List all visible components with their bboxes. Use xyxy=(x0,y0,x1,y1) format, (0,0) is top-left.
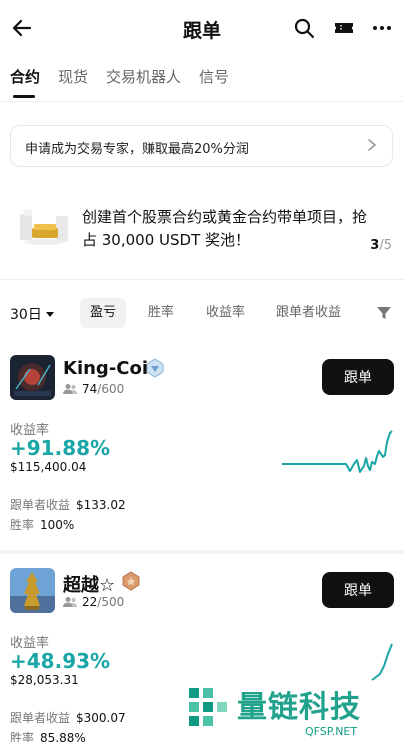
promo-text: 创建首个股票合约或黄金合约带单项目，抢占 30,000 USDT 奖池！ xyxy=(82,208,368,249)
chevron-right-icon xyxy=(368,139,377,151)
tab-trading-bots[interactable]: 交易机器人 xyxy=(106,66,181,96)
avatar xyxy=(10,568,55,613)
gold-bars-image-icon xyxy=(20,210,68,245)
roi-value: +91.88% xyxy=(10,436,111,460)
follower-profit-value: $300.07 xyxy=(76,711,126,725)
sort-follower-profit-chip[interactable]: 跟单者收益 xyxy=(276,298,341,328)
caret-down-icon xyxy=(45,312,54,317)
win-rate-row: 胜率 100% xyxy=(10,516,74,533)
win-rate-value: 100% xyxy=(40,518,75,532)
top-bar: 跟单 xyxy=(0,0,404,58)
diamond-badge-icon xyxy=(146,358,164,378)
followers-capacity: /600 xyxy=(97,382,125,396)
tabs-divider xyxy=(0,101,404,102)
follower-profit-row: 跟单者收益 $133.02 xyxy=(10,496,126,513)
sort-roi-chip[interactable]: 收益率 xyxy=(206,298,245,328)
follow-button[interactable]: 跟单 xyxy=(322,359,394,395)
sort-filter-bar: 30日 盈亏 胜率 收益率 跟单者收益 xyxy=(10,298,394,328)
performance-sparkline xyxy=(282,430,393,473)
follower-count: 74/600 xyxy=(63,382,124,396)
become-expert-banner[interactable]: 申请成为交易专家，赚取最高20%分润 xyxy=(10,125,393,167)
watermark-logo-icon xyxy=(189,688,227,726)
card-divider xyxy=(0,550,404,554)
follow-button[interactable]: 跟单 xyxy=(322,572,394,608)
banner-text: 申请成为交易专家，赚取最高20%分润 xyxy=(25,142,249,157)
followers-capacity: /500 xyxy=(97,595,125,609)
tab-futures[interactable]: 合约 xyxy=(10,66,40,98)
period-dropdown[interactable]: 30日 xyxy=(10,304,54,324)
page-total: /5 xyxy=(379,238,392,253)
win-rate-label: 胜率 xyxy=(10,518,35,532)
pnl-value: $28,053.31 xyxy=(10,673,79,687)
promo-divider xyxy=(0,279,404,280)
watermark: 量链科技 QFSP.NET xyxy=(185,682,404,742)
promo-carousel[interactable]: 创建首个股票合约或黄金合约带单项目，抢占 30,000 USDT 奖池！ 3/5 xyxy=(0,188,404,268)
search-icon[interactable] xyxy=(292,16,316,40)
win-rate-row: 胜率 85.88% xyxy=(10,729,86,742)
sort-winrate-chip[interactable]: 胜率 xyxy=(148,298,174,328)
win-rate-value: 85.88% xyxy=(40,731,86,742)
trader-name[interactable]: 超越☆ xyxy=(63,571,115,597)
ticket-icon[interactable] xyxy=(332,16,356,40)
follower-profit-row: 跟单者收益 $300.07 xyxy=(10,709,126,726)
tab-signals[interactable]: 信号 xyxy=(199,66,229,96)
watermark-text: 量链科技 xyxy=(237,690,361,725)
tab-spot[interactable]: 现货 xyxy=(58,66,88,96)
pnl-value: $115,400.04 xyxy=(10,460,87,474)
more-options-icon[interactable] xyxy=(370,16,394,40)
sort-pnl-chip[interactable]: 盈亏 xyxy=(80,298,127,328)
carousel-page-indicator: 3/5 xyxy=(370,238,392,253)
trader-card[interactable]: King-Coin 74/600 跟单 收益率 +91.88% $115,400… xyxy=(0,355,404,550)
follower-count: 22/500 xyxy=(63,595,124,609)
follower-profit-value: $133.02 xyxy=(76,498,126,512)
follower-profit-label: 跟单者收益 xyxy=(10,711,71,725)
bronze-badge-icon xyxy=(122,571,140,591)
win-rate-label: 胜率 xyxy=(10,731,35,742)
category-tabs: 合约 现货 交易机器人 信号 xyxy=(10,66,229,100)
avatar xyxy=(10,355,55,400)
filter-icon[interactable] xyxy=(376,305,392,321)
roi-value: +48.93% xyxy=(10,649,111,673)
page-current: 3 xyxy=(370,238,380,253)
watermark-subtext: QFSP.NET xyxy=(305,725,358,738)
followers-icon xyxy=(63,597,77,607)
followers-current: 22 xyxy=(82,595,98,609)
period-label: 30日 xyxy=(10,307,42,323)
follower-profit-label: 跟单者收益 xyxy=(10,498,71,512)
followers-icon xyxy=(63,384,77,394)
followers-current: 74 xyxy=(82,382,98,396)
